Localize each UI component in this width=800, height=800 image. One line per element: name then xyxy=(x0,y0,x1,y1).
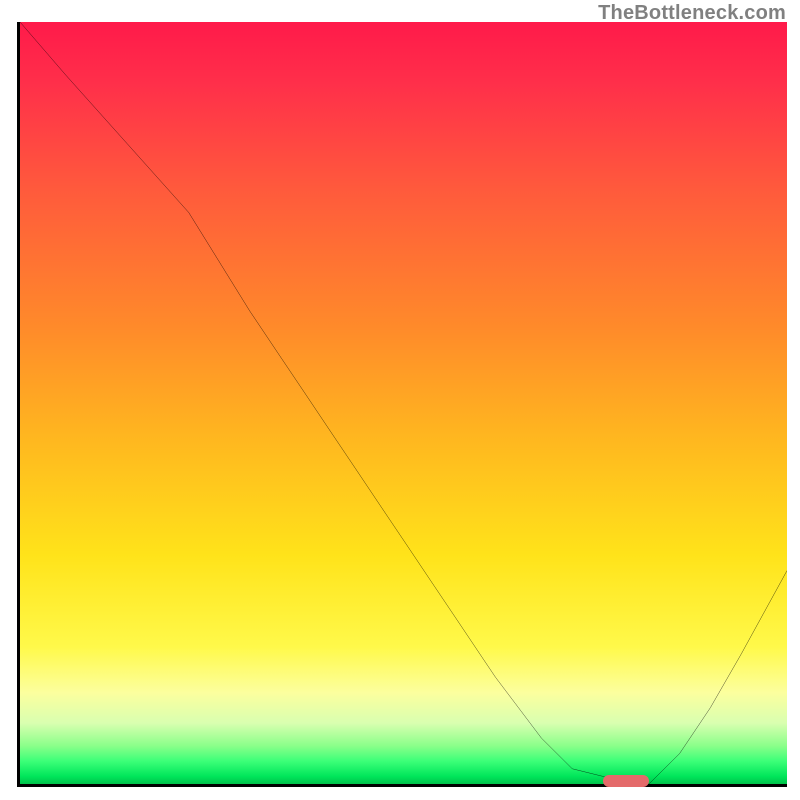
bottleneck-chart: TheBottleneck.com xyxy=(0,0,800,800)
gradient-background xyxy=(20,22,787,784)
optimal-range-marker xyxy=(603,775,649,787)
plot-area xyxy=(17,22,787,787)
